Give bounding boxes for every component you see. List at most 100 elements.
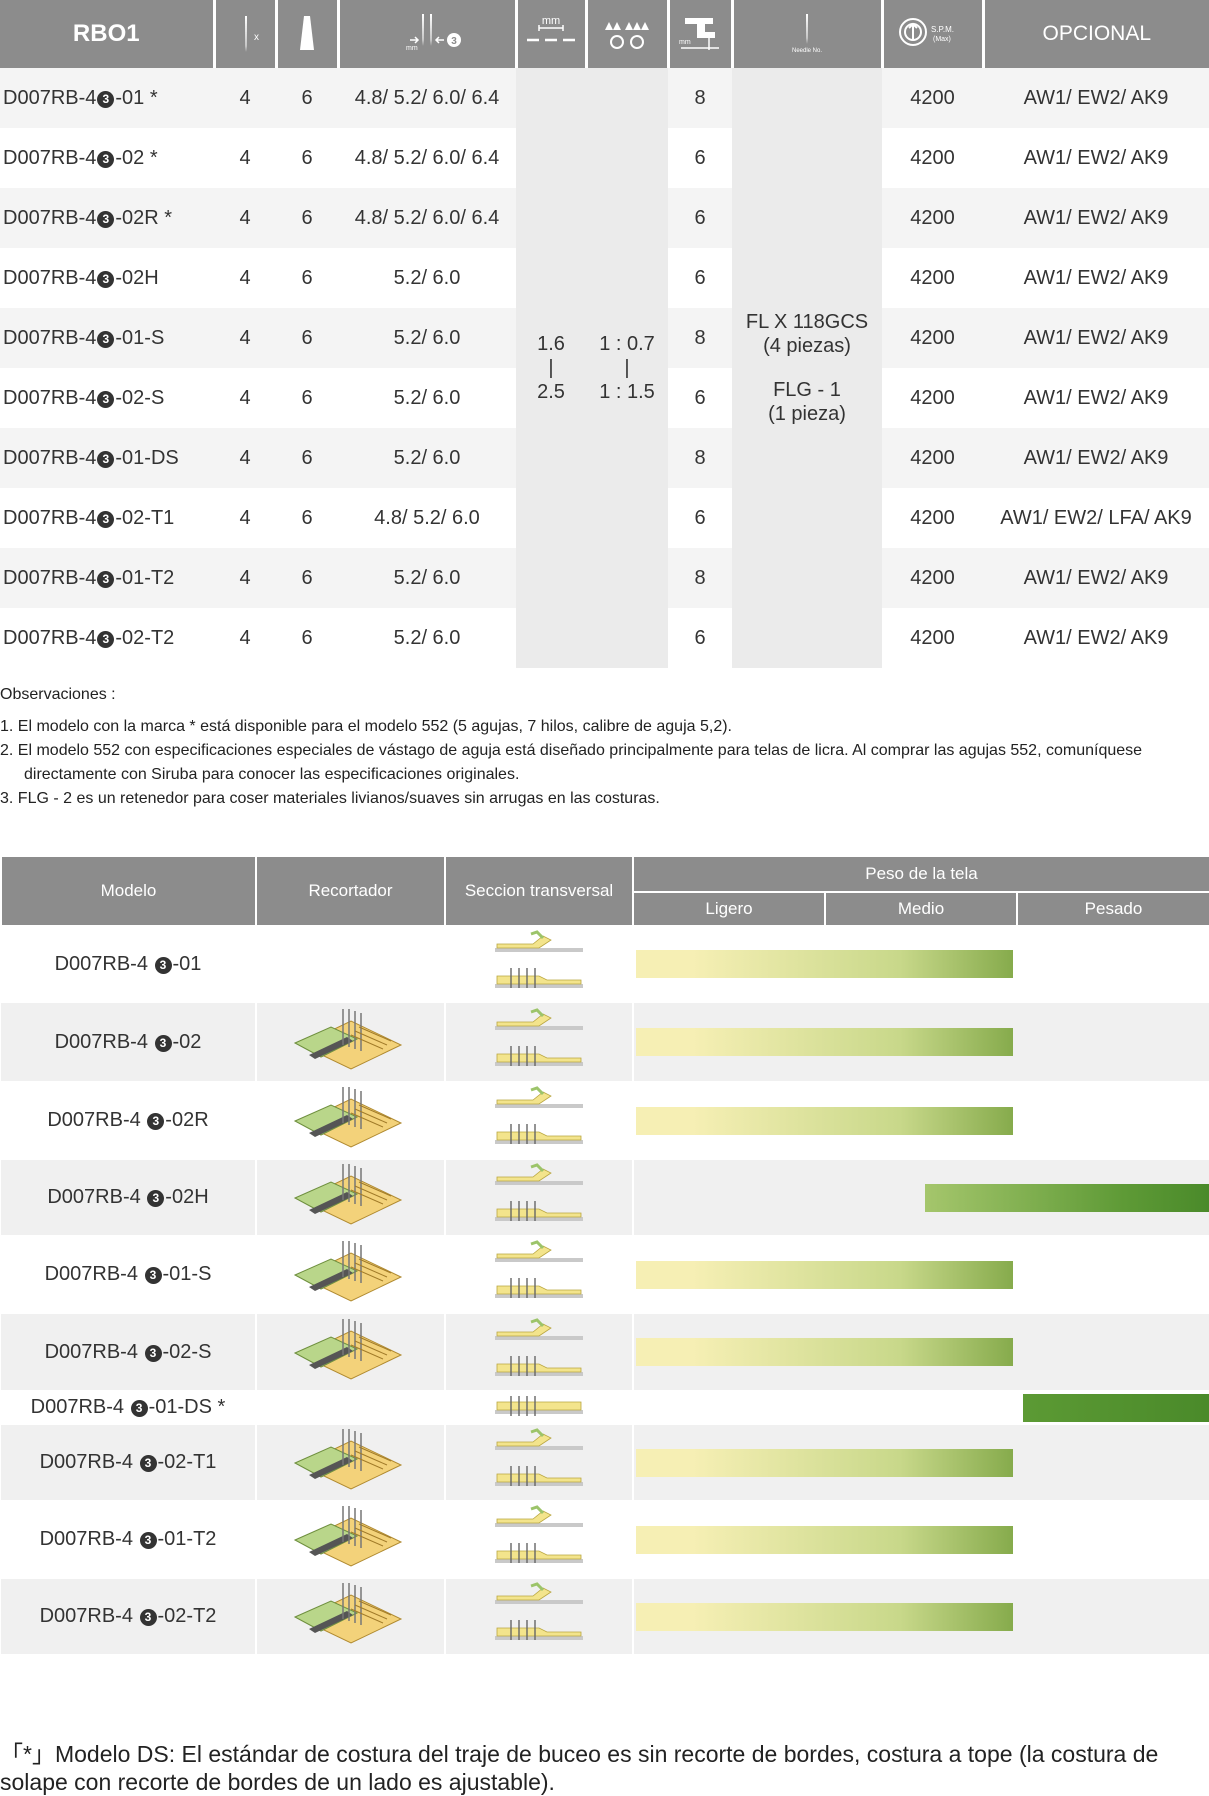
model-name: D007RB-4 3-02 bbox=[1, 1002, 256, 1082]
weight-bar-cell bbox=[633, 1236, 1209, 1313]
weight-bar-cell bbox=[633, 926, 1209, 1002]
circled-number-icon: 3 bbox=[140, 1609, 157, 1626]
observations-title: Observaciones : bbox=[0, 683, 1200, 707]
gauge-value: 4.8/ 5.2/ 6.0/ 6.4 bbox=[338, 188, 516, 248]
model-name: D007RB-43-01-T2 bbox=[0, 548, 214, 608]
fabric-row: D007RB-4 3-01-DS * bbox=[1, 1391, 1209, 1424]
diff-ratio-value: 1 : 0.7|1 : 1.5 bbox=[586, 68, 668, 668]
speed-icon: S.P.M. (Max) bbox=[893, 10, 973, 54]
model-suffix: -01-DS * bbox=[149, 1396, 226, 1418]
circled-number-icon: 3 bbox=[97, 91, 114, 108]
needles-value: 4 bbox=[214, 368, 276, 428]
trimmer-illustration bbox=[291, 1083, 411, 1153]
spm-value: 4200 bbox=[882, 548, 983, 608]
circled-number-icon: 3 bbox=[155, 957, 172, 974]
section-cell bbox=[445, 1082, 633, 1159]
needle-system-value: FL X 118GCS(4 piezas)FLG - 1(1 pieza) bbox=[732, 68, 882, 668]
presser-lift-value: 6 bbox=[668, 368, 732, 428]
model-suffix: -02-T1 bbox=[115, 507, 174, 529]
weight-bar-cell bbox=[633, 1501, 1209, 1578]
threads-value: 6 bbox=[276, 248, 338, 308]
observations: Observaciones : 1. El modelo con la marc… bbox=[0, 683, 1200, 811]
needles-value: 4 bbox=[214, 548, 276, 608]
model-prefix: D007RB-4 bbox=[45, 1263, 144, 1285]
model-suffix: -01-S bbox=[163, 1263, 212, 1285]
model-prefix: D007RB-4 bbox=[55, 1031, 154, 1053]
weight-bar-cell bbox=[633, 1578, 1209, 1655]
model-suffix: -02-T2 bbox=[158, 1605, 217, 1627]
model-prefix: D007RB-4 bbox=[3, 327, 96, 349]
model-suffix: -01 bbox=[173, 953, 202, 975]
model-name: D007RB-43-02 * bbox=[0, 128, 214, 188]
model-name: D007RB-4 3-01 bbox=[1, 926, 256, 1002]
needles-value: 4 bbox=[214, 68, 276, 128]
model-name: D007RB-4 3-01-S bbox=[1, 1236, 256, 1313]
model-prefix: D007RB-4 bbox=[47, 1109, 146, 1131]
observation-item-2: 2. El modelo 552 con especificaciones es… bbox=[0, 739, 1200, 787]
diff-ratio-min: 1 : 0.7 bbox=[586, 332, 668, 356]
section-cell bbox=[445, 1424, 633, 1501]
model-prefix: D007RB-4 bbox=[40, 1528, 139, 1550]
section-cell bbox=[445, 926, 633, 1002]
fabric-row: D007RB-4 3-01 bbox=[1, 926, 1209, 1002]
model-name: D007RB-4 3-02-S bbox=[1, 1313, 256, 1391]
circled-number-icon: 3 bbox=[155, 1035, 172, 1052]
stitch-length-value: 1.6|2.5 bbox=[516, 68, 586, 668]
model-name: D007RB-43-01-S bbox=[0, 308, 214, 368]
trimmer-illustration bbox=[291, 1425, 411, 1495]
optional-value: AW1/ EW2/ AK9 bbox=[983, 68, 1209, 128]
cross-section-diagram bbox=[489, 1428, 589, 1492]
spm-value: 4200 bbox=[882, 188, 983, 248]
presser-lift-header: mm bbox=[668, 0, 732, 68]
cross-section-diagram bbox=[489, 1008, 589, 1072]
needle-no-header: Needle No. bbox=[732, 0, 882, 68]
threads-value: 6 bbox=[276, 428, 338, 488]
circled-number-icon: 3 bbox=[140, 1532, 157, 1549]
range-separator: | bbox=[516, 356, 586, 380]
optional-value: AW1/ EW2/ LFA/ AK9 bbox=[983, 488, 1209, 548]
spm-value: 4200 bbox=[882, 248, 983, 308]
section-cell bbox=[445, 1159, 633, 1236]
spm-value: 4200 bbox=[882, 368, 983, 428]
gauge-value: 5.2/ 6.0 bbox=[338, 308, 516, 368]
model-suffix: -02-T2 bbox=[115, 627, 174, 649]
fabric-row: D007RB-4 3-01-T2 bbox=[1, 1501, 1209, 1578]
model-name: D007RB-43-02-T1 bbox=[0, 488, 214, 548]
cross-section-diagram bbox=[489, 1392, 589, 1418]
needles-value: 4 bbox=[214, 248, 276, 308]
needle-gauge-icon: mm 3 bbox=[382, 10, 472, 54]
trimmer-cell bbox=[256, 1236, 445, 1313]
trimmer-cell bbox=[256, 1313, 445, 1391]
presser-lift-value: 6 bbox=[668, 608, 732, 668]
svg-text:mm: mm bbox=[679, 39, 691, 46]
threads-header bbox=[276, 0, 338, 68]
threads-value: 6 bbox=[276, 188, 338, 248]
needle-count-icon: x bbox=[225, 10, 265, 54]
fabric-weight-bar bbox=[1023, 1394, 1209, 1422]
weight-bar-cell bbox=[633, 1424, 1209, 1501]
trimmer-illustration bbox=[291, 1237, 411, 1307]
weight-bar-cell bbox=[633, 1082, 1209, 1159]
section-header: Seccion transversal bbox=[445, 856, 633, 926]
presser-lift-value: 8 bbox=[668, 428, 732, 488]
weight-bar-cell bbox=[633, 1391, 1209, 1424]
needles-value: 4 bbox=[214, 128, 276, 188]
circled-number-icon: 3 bbox=[140, 1455, 157, 1472]
fabric-weight-bar bbox=[636, 1028, 1013, 1056]
medium-header: Medio bbox=[825, 892, 1017, 926]
fabric-row: D007RB-4 3-02H bbox=[1, 1159, 1209, 1236]
weight-bar-cell bbox=[633, 1313, 1209, 1391]
model-name: D007RB-4 3-02H bbox=[1, 1159, 256, 1236]
trimmer-cell bbox=[256, 1501, 445, 1578]
optional-value: AW1/ EW2/ AK9 bbox=[983, 368, 1209, 428]
circled-number-icon: 3 bbox=[97, 151, 114, 168]
stitch-length-min: 1.6 bbox=[516, 332, 586, 356]
fabric-row: D007RB-4 3-02-T1 bbox=[1, 1424, 1209, 1501]
trimmer-cell bbox=[256, 1578, 445, 1655]
model-prefix: D007RB-4 bbox=[3, 207, 96, 229]
presser-foot-icon: mm bbox=[675, 10, 725, 54]
fabric-weight-header: Peso de la tela bbox=[633, 856, 1209, 892]
presser-lift-value: 8 bbox=[668, 548, 732, 608]
needles-value: 4 bbox=[214, 308, 276, 368]
thread-cone-icon bbox=[292, 10, 322, 54]
